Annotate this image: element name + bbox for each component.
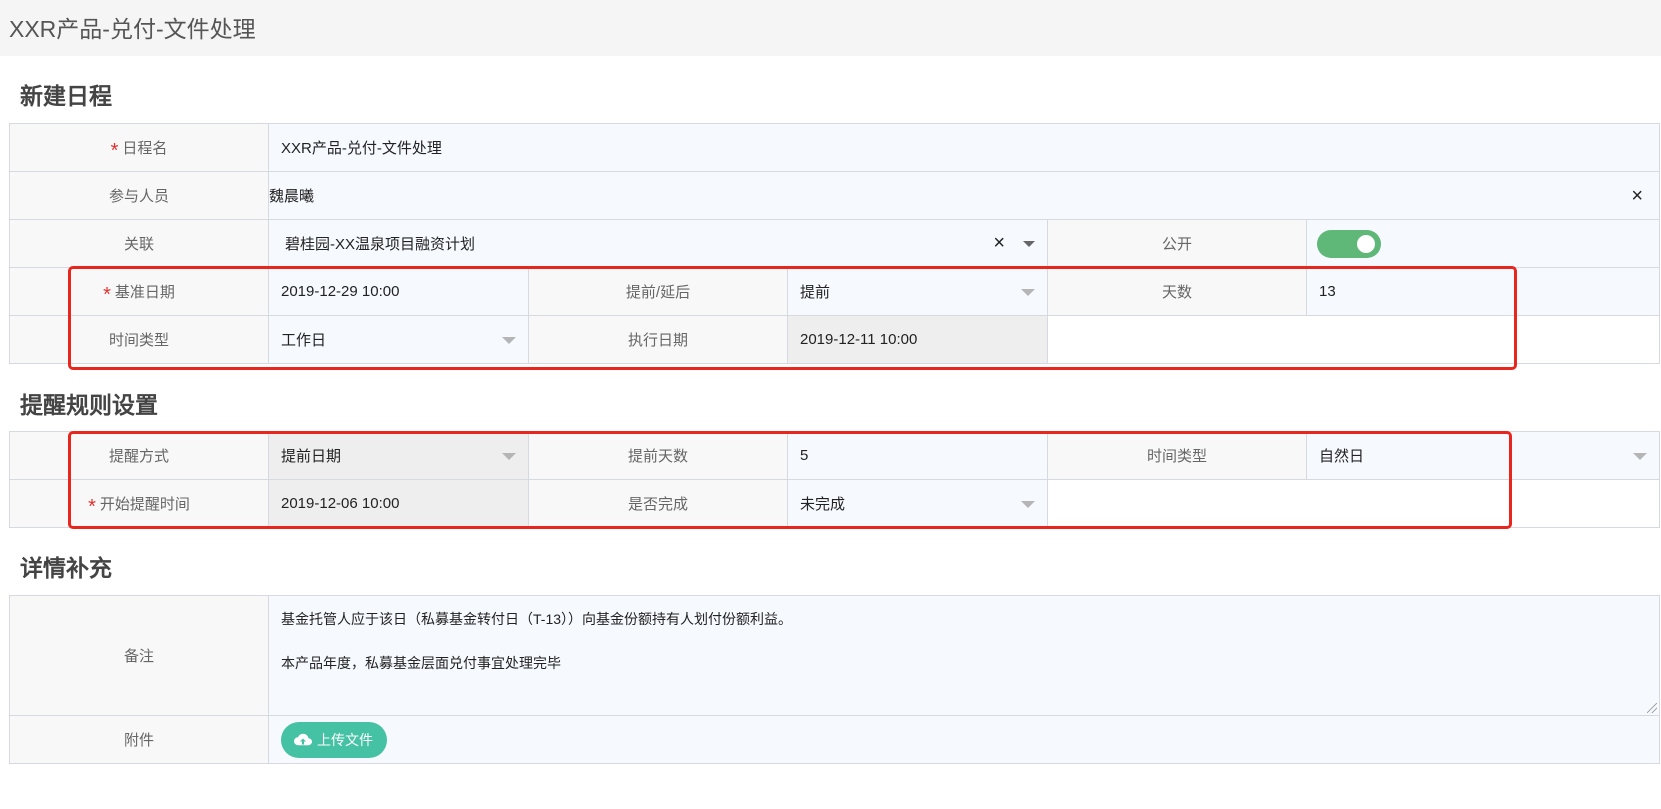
row-schedule-name: * 日程名 XXR产品-兑付-文件处理 (10, 124, 1660, 172)
chevron-down-icon (1021, 288, 1035, 296)
participant-tag: 魏晨曦 (269, 188, 315, 205)
attachment-label: 附件 (10, 716, 269, 763)
chevron-down-icon (1021, 500, 1035, 508)
chevron-down-icon (502, 336, 516, 344)
clear-relation-icon[interactable]: × (993, 233, 1005, 253)
participants-label: 参与人员 (10, 172, 269, 219)
upload-file-button[interactable]: 上传文件 (281, 722, 387, 758)
time-type-select[interactable]: 工作日 (269, 316, 529, 363)
reminder-form: 提醒方式 提前日期 提前天数 5 时间类型 自然日 * 开始提醒时间 2019-… (9, 431, 1660, 528)
attachment-cell: 上传文件 (269, 716, 1660, 763)
section-title-reminder: 提醒规则设置 (20, 392, 158, 418)
resize-grip-icon[interactable] (1647, 703, 1657, 713)
row-attachment: 附件 上传文件 (10, 716, 1660, 764)
public-label: 公开 (1048, 220, 1307, 267)
completed-label: 是否完成 (529, 480, 788, 527)
remark-line: 基金托管人应于该日（私募基金转付日（T-13））向基金份额持有人划付份额利益。 (281, 611, 793, 627)
details-form: 备注 基金托管人应于该日（私募基金转付日（T-13））向基金份额持有人划付份额利… (9, 595, 1660, 764)
relation-label: 关联 (10, 220, 269, 267)
public-cell (1307, 220, 1660, 267)
base-date-label: * 基准日期 (10, 268, 269, 315)
empty-cell (1048, 480, 1660, 527)
base-date-input[interactable]: 2019-12-29 10:00 (269, 268, 529, 315)
participants-input[interactable]: 魏晨曦 × (269, 172, 1660, 219)
row-base-date: * 基准日期 2019-12-29 10:00 提前/延后 提前 天数 13 (10, 268, 1660, 316)
start-time-label: * 开始提醒时间 (10, 480, 269, 527)
clear-participants-icon[interactable]: × (1631, 186, 1643, 206)
chevron-down-icon (1023, 240, 1035, 247)
row-participants: 参与人员 魏晨曦 × (10, 172, 1660, 220)
row-start-time: * 开始提醒时间 2019-12-06 10:00 是否完成 未完成 (10, 480, 1660, 528)
exec-date-label: 执行日期 (529, 316, 788, 363)
page-title: XXR产品-兑付-文件处理 (9, 16, 256, 42)
chevron-down-icon (502, 452, 516, 460)
reminder-method-select[interactable]: 提前日期 (269, 432, 529, 479)
exec-date-value: 2019-12-11 10:00 (788, 316, 1048, 363)
row-time-type: 时间类型 工作日 执行日期 2019-12-11 10:00 (10, 316, 1660, 364)
start-time-value: 2019-12-06 10:00 (269, 480, 529, 527)
section-title-schedule: 新建日程 (20, 83, 112, 109)
reminder-time-type-select[interactable]: 自然日 (1307, 432, 1660, 479)
time-type-label: 时间类型 (10, 316, 269, 363)
schedule-name-label: * 日程名 (10, 124, 269, 171)
advance-delay-select[interactable]: 提前 (788, 268, 1048, 315)
cloud-upload-icon (294, 733, 312, 746)
remark-line: 本产品年度，私募基金层面兑付事宜处理完毕 (281, 655, 561, 671)
advance-days-input[interactable]: 5 (788, 432, 1048, 479)
days-input[interactable]: 13 (1307, 268, 1660, 315)
schedule-name-input[interactable]: XXR产品-兑付-文件处理 (269, 124, 1660, 171)
relation-select[interactable]: 碧桂园-XX温泉项目融资计划 × (269, 220, 1048, 267)
public-toggle[interactable] (1317, 230, 1381, 258)
advance-delay-label: 提前/延后 (529, 268, 788, 315)
advance-days-label: 提前天数 (529, 432, 788, 479)
remark-textarea[interactable]: 基金托管人应于该日（私募基金转付日（T-13））向基金份额持有人划付份额利益。 … (269, 596, 1660, 715)
chevron-down-icon (1633, 452, 1647, 460)
days-label: 天数 (1048, 268, 1307, 315)
schedule-form: * 日程名 XXR产品-兑付-文件处理 参与人员 魏晨曦 × 关联 碧桂园-XX… (9, 123, 1660, 364)
required-mark: * (110, 139, 119, 162)
required-mark: * (88, 495, 96, 518)
remark-label: 备注 (10, 596, 269, 715)
reminder-time-type-label: 时间类型 (1048, 432, 1307, 479)
completed-select[interactable]: 未完成 (788, 480, 1048, 527)
reminder-method-label: 提醒方式 (10, 432, 269, 479)
row-relation: 关联 碧桂园-XX温泉项目融资计划 × 公开 (10, 220, 1660, 268)
title-bar: XXR产品-兑付-文件处理 (0, 0, 1661, 56)
toggle-knob (1357, 235, 1375, 253)
section-title-details: 详情补充 (20, 555, 112, 581)
empty-cell (1048, 316, 1660, 363)
row-remark: 备注 基金托管人应于该日（私募基金转付日（T-13））向基金份额持有人划付份额利… (10, 596, 1660, 716)
relation-value: 碧桂园-XX温泉项目融资计划 (285, 236, 476, 253)
row-reminder-method: 提醒方式 提前日期 提前天数 5 时间类型 自然日 (10, 432, 1660, 480)
required-mark: * (103, 283, 111, 306)
